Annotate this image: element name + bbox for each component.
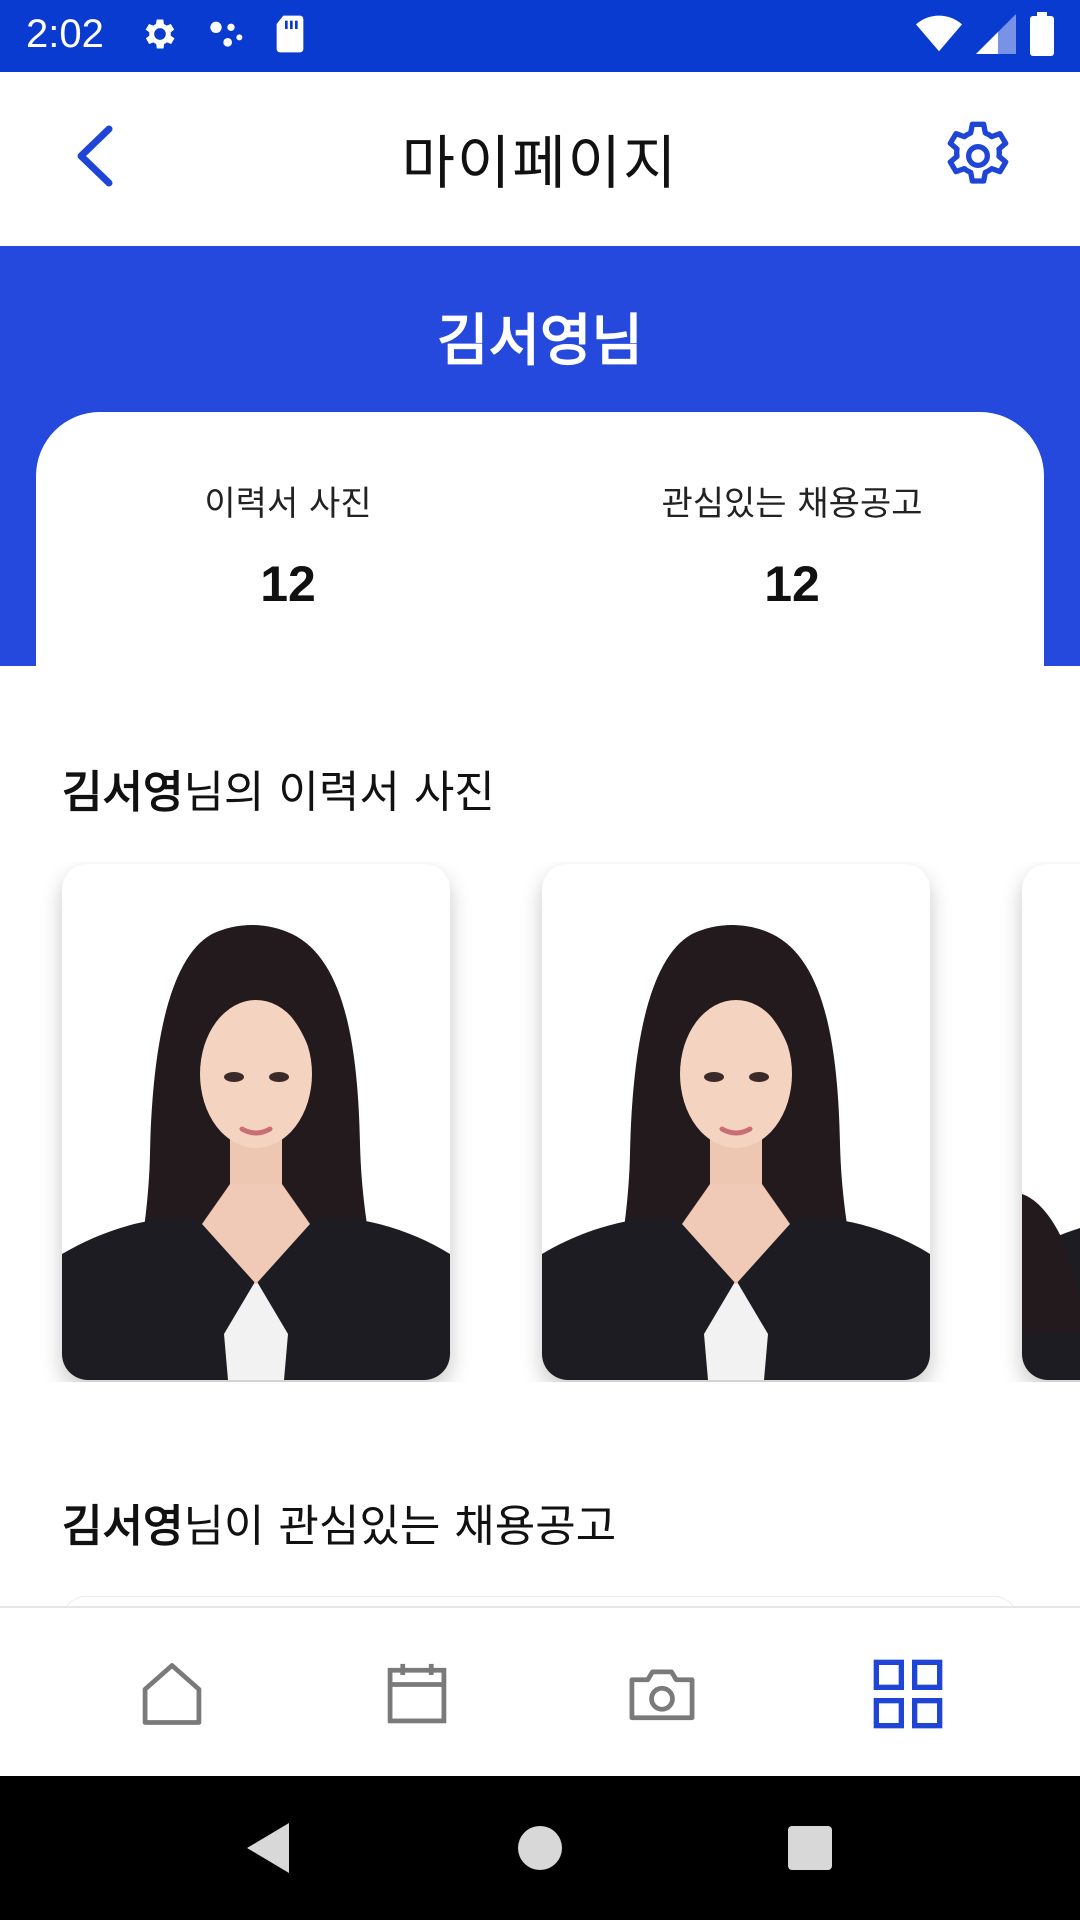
stat-resume-photos[interactable]: 이력서 사진 12 xyxy=(36,476,540,613)
system-back-button[interactable] xyxy=(236,1816,300,1880)
assistant-dots-icon xyxy=(206,14,246,58)
status-right-icons xyxy=(916,12,1054,60)
back-triangle-icon xyxy=(247,1823,289,1873)
resume-portrait-image xyxy=(542,864,930,1380)
stat-label: 이력서 사진 xyxy=(204,484,372,524)
settings-button[interactable] xyxy=(936,114,1020,198)
resume-photo-card[interactable] xyxy=(1022,864,1080,1380)
resume-portrait-image xyxy=(1022,864,1080,1380)
nav-home[interactable] xyxy=(124,1646,220,1742)
user-name: 김서영님 xyxy=(436,309,644,374)
wifi-icon xyxy=(916,14,962,58)
section-user-name: 김서영 xyxy=(62,1501,184,1552)
stat-value: 12 xyxy=(764,556,820,612)
resume-photo-card[interactable] xyxy=(62,864,450,1380)
resume-photo-card[interactable] xyxy=(542,864,930,1380)
gear-icon xyxy=(947,121,1009,184)
section-title-suffix: 님이 관심있는 채용공고 xyxy=(183,1501,617,1552)
battery-icon xyxy=(1030,12,1054,60)
app-bar: 마이페이지 xyxy=(0,72,1080,240)
stat-saved-jobs[interactable]: 관심있는 채용공고 12 xyxy=(540,476,1044,613)
system-home-button[interactable] xyxy=(508,1816,572,1880)
camera-icon xyxy=(629,1669,695,1721)
sd-card-icon xyxy=(272,14,308,58)
home-icon xyxy=(142,1663,202,1725)
home-circle-icon xyxy=(518,1826,562,1870)
system-nav-bar xyxy=(0,1776,1080,1920)
cellular-signal-icon xyxy=(976,14,1016,58)
section-title-suffix: 님의 이력서 사진 xyxy=(183,767,495,818)
nav-my-page[interactable] xyxy=(860,1646,956,1742)
resume-photos-section-title: 김서영님의 이력서 사진 xyxy=(62,756,495,820)
nav-calendar[interactable] xyxy=(369,1646,465,1742)
status-bar: 2:02 xyxy=(0,0,1080,72)
status-time: 2:02 xyxy=(26,12,104,56)
saved-jobs-section-title: 김서영님이 관심있는 채용공고 xyxy=(62,1490,616,1554)
system-recents-button[interactable] xyxy=(778,1816,842,1880)
profile-header: 김서영님 이력서 사진 12 관심있는 채용공고 12 xyxy=(0,246,1080,672)
stat-value: 12 xyxy=(260,556,316,612)
page-title: 마이페이지 xyxy=(401,129,679,197)
status-left-icons xyxy=(140,14,308,58)
recents-square-icon xyxy=(788,1826,832,1870)
grid-icon xyxy=(873,1659,943,1729)
stat-label: 관심있는 채용공고 xyxy=(661,484,923,524)
stats-card: 이력서 사진 12 관심있는 채용공고 12 xyxy=(36,412,1044,672)
calendar-icon xyxy=(387,1663,447,1724)
section-user-name: 김서영 xyxy=(62,767,184,818)
resume-portrait-image xyxy=(62,864,450,1380)
settings-gear-icon xyxy=(140,14,180,58)
nav-camera[interactable] xyxy=(614,1646,710,1742)
bottom-nav xyxy=(0,1606,1080,1776)
resume-photo-carousel[interactable] xyxy=(0,862,1080,1382)
